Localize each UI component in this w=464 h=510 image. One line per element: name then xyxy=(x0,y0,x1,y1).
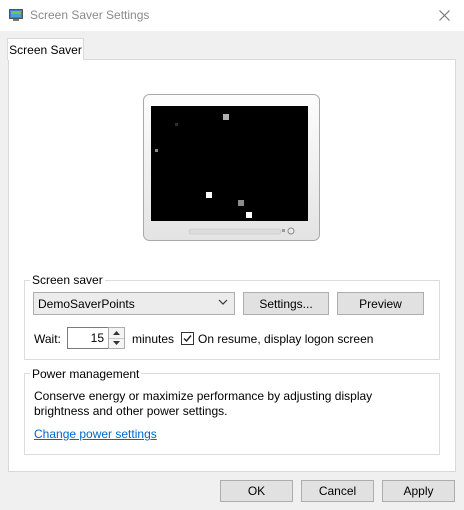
screen-saver-select[interactable]: DemoSaverPoints xyxy=(33,292,235,315)
cancel-button[interactable]: Cancel xyxy=(301,480,374,502)
resume-logon-label[interactable]: On resume, display logon screen xyxy=(198,332,373,346)
screen-saver-point xyxy=(238,200,244,206)
minutes-label: minutes xyxy=(132,332,175,346)
arrow-up-icon xyxy=(113,331,120,335)
settings-button[interactable]: Settings... xyxy=(243,292,329,315)
screen-saver-app-icon xyxy=(9,9,23,21)
wait-minutes-input[interactable]: 15 xyxy=(67,327,109,349)
screen-saver-point xyxy=(155,149,158,152)
change-power-settings-link[interactable]: Change power settings xyxy=(34,427,157,441)
apply-button[interactable]: Apply xyxy=(382,480,455,502)
power-management-group-label: Power management xyxy=(30,367,142,381)
screen-saver-point xyxy=(246,212,252,218)
title-bar: Screen Saver Settings xyxy=(0,0,464,31)
preview-button[interactable]: Preview xyxy=(337,292,424,315)
ok-button[interactable]: OK xyxy=(220,480,293,502)
screen-saver-point xyxy=(206,192,212,198)
screen-saver-selected-value: DemoSaverPoints xyxy=(38,297,135,311)
wait-spinner xyxy=(108,327,125,349)
preview-screen xyxy=(151,106,308,221)
resume-logon-checkbox[interactable] xyxy=(181,332,194,345)
power-description-line2: brightness and other power settings. xyxy=(34,404,228,418)
window-title: Screen Saver Settings xyxy=(30,8,150,22)
wait-label: Wait: xyxy=(34,332,61,346)
power-description-line1: Conserve energy or maximize performance … xyxy=(34,389,373,403)
screen-saver-point xyxy=(175,123,178,126)
tab-screen-saver[interactable]: Screen Saver xyxy=(7,38,84,60)
screen-saver-point xyxy=(223,114,229,120)
monitor-preview xyxy=(143,94,320,241)
close-icon xyxy=(438,10,450,21)
chevron-down-icon xyxy=(218,299,228,305)
checkmark-icon xyxy=(183,335,192,343)
spin-down-button[interactable] xyxy=(109,338,124,348)
arrow-down-icon xyxy=(113,341,120,345)
close-button[interactable] xyxy=(424,0,464,31)
screen-saver-group-label: Screen saver xyxy=(30,273,105,287)
